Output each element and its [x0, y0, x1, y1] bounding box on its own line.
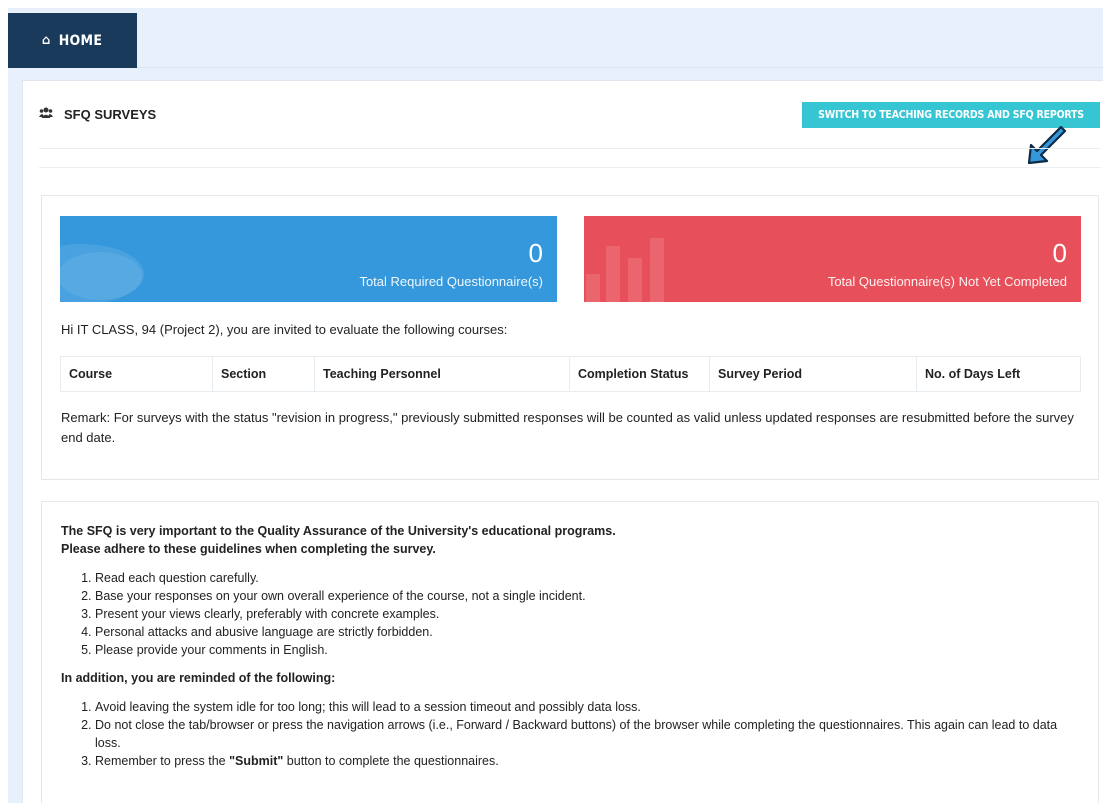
column-header-survey-period: Survey Period: [709, 356, 917, 392]
column-header-teaching-personnel: Teaching Personnel: [314, 356, 570, 392]
stat-not-completed-questionnaires: 0 Total Questionnaire(s) Not Yet Complet…: [584, 216, 1081, 302]
list-item: Do not close the tab/browser or press th…: [95, 716, 1079, 752]
home-tab[interactable]: ⌂ HOME: [8, 13, 137, 68]
stat-required-label: Total Required Questionnaire(s): [359, 274, 543, 289]
list-item: Remember to press the "Submit" button to…: [95, 752, 1079, 770]
left-strip: [0, 0, 8, 803]
stat-required-value: 0: [528, 238, 543, 268]
reminders-list: Avoid leaving the system idle for too lo…: [95, 698, 1079, 770]
list-item: Avoid leaving the system idle for too lo…: [95, 698, 1079, 716]
column-header-section: Section: [212, 356, 315, 392]
stat-bar-chart-decoration: [586, 238, 664, 302]
list-item: Please provide your comments in English.: [95, 641, 1079, 659]
reminder-heading: In addition, you are reminded of the fol…: [61, 671, 336, 685]
reminder-text: button to complete the questionnaires.: [283, 754, 499, 768]
divider: [39, 148, 1101, 149]
sfq-panel: SFQ SURVEYS SWITCH TO TEACHING RECORDS A…: [22, 80, 1103, 803]
guidelines-intro-2: Please adhere to these guidelines when c…: [61, 542, 436, 556]
remark-text: Remark: For surveys with the status "rev…: [61, 410, 1074, 445]
list-item: Present your views clearly, preferably w…: [95, 605, 1079, 623]
invite-text: Hi IT CLASS, 94 (Project 2), you are inv…: [61, 322, 508, 337]
list-item: Read each question carefully.: [95, 569, 1079, 587]
page-title-text: SFQ SURVEYS: [64, 107, 157, 122]
reminder-text: Remember to press the: [95, 754, 230, 768]
users-icon: [39, 107, 53, 122]
stat-not-completed-value: 0: [1052, 238, 1067, 268]
stat-not-completed-label: Total Questionnaire(s) Not Yet Completed: [827, 274, 1067, 289]
courses-table: Course Section Teaching Personnel Comple…: [60, 356, 1081, 392]
stat-decoration: [60, 244, 144, 302]
guidelines-list: Read each question carefully. Base your …: [95, 569, 1079, 659]
column-header-days-left: No. of Days Left: [916, 356, 1081, 392]
home-label: HOME: [58, 32, 103, 49]
page-title: SFQ SURVEYS: [39, 107, 156, 122]
guidelines-box: The SFQ is very important to the Quality…: [41, 501, 1099, 803]
column-header-course: Course: [60, 356, 213, 392]
table-header-row: Course Section Teaching Personnel Comple…: [60, 356, 1081, 392]
list-item: Personal attacks and abusive language ar…: [95, 623, 1079, 641]
submit-keyword: "Submit": [229, 754, 284, 768]
top-strip: [0, 0, 1103, 8]
list-item: Base your responses on your own overall …: [95, 587, 1079, 605]
column-header-completion-status: Completion Status: [569, 356, 710, 392]
stat-required-questionnaires: 0 Total Required Questionnaire(s): [60, 216, 557, 302]
guidelines-intro-1: The SFQ is very important to the Quality…: [61, 524, 616, 538]
divider: [39, 167, 1101, 168]
tab-bar-divider: [137, 67, 1103, 68]
pointer-arrow-icon: [1027, 125, 1067, 165]
survey-summary-box: 0 Total Required Questionnaire(s) 0 Tota…: [41, 195, 1099, 480]
home-icon: ⌂: [42, 33, 51, 48]
